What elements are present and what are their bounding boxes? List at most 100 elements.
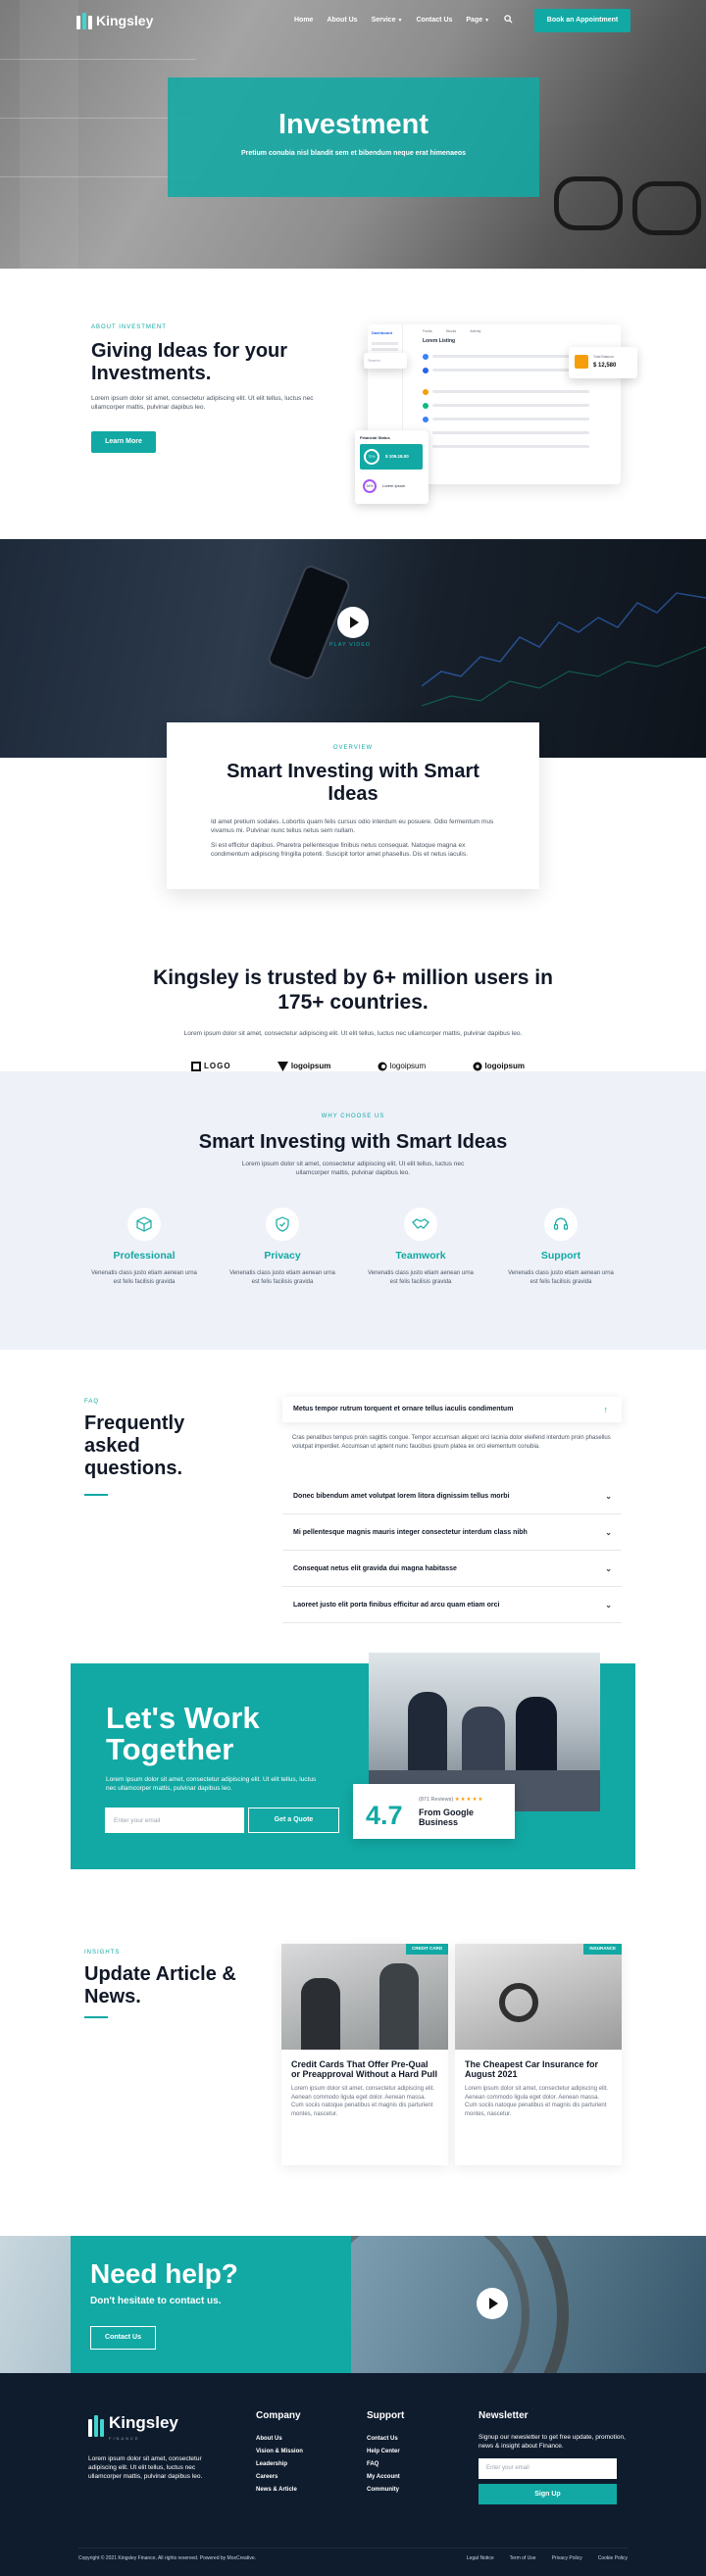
- faq-item[interactable]: Laoreet justo elit porta finibus efficit…: [282, 1588, 622, 1623]
- news-eyebrow: INSIGHTS: [84, 1950, 121, 1956]
- footer: Kingsley FINANCE Lorem ipsum dolor sit am…: [0, 2373, 706, 2576]
- play-button[interactable]: [477, 2288, 508, 2319]
- footer-link[interactable]: My Account: [367, 2471, 404, 2484]
- footer-legal-link[interactable]: Cookie Policy: [598, 2555, 628, 2562]
- trust-text: Lorem ipsum dolor sit amet, consectetur …: [183, 1030, 523, 1037]
- balance-card: Total Balance $ 12,580: [569, 347, 637, 378]
- why-eyebrow: WHY CHOOSE US: [321, 1114, 385, 1119]
- nav-item-page[interactable]: Page ▼: [466, 16, 489, 25]
- wallet-icon: [575, 355, 588, 369]
- article-tag: CREDIT CARD: [406, 1944, 448, 1955]
- staircase-image: [275, 2236, 706, 2373]
- footer-about: Lorem ipsum dolor sit amet, consectetur …: [88, 2455, 203, 2480]
- partner-logos: LOGO logoipsum logoipsum logoipsum: [191, 1061, 525, 1072]
- chevron-down-icon[interactable]: ⌄: [605, 1552, 612, 1587]
- nav-item-contact[interactable]: Contact Us: [416, 16, 452, 25]
- article-title[interactable]: Credit Cards That Offer Pre-Qual or Prea…: [291, 2059, 438, 2079]
- article-tag: INSURANCE: [583, 1944, 622, 1955]
- footer-newsletter: Newsletter Signup our newsletter to get …: [479, 2409, 626, 2504]
- help-title: Need help?: [90, 2258, 238, 2289]
- footer-support: Support Contact Us Help Center FAQ My Ac…: [367, 2409, 404, 2497]
- feature-professional: Professional Venenatis class justo etiam…: [90, 1208, 198, 1286]
- footer-link[interactable]: Vision & Mission: [256, 2446, 303, 2458]
- cta-text: Lorem ipsum dolor sit amet, consectetur …: [106, 1776, 317, 1792]
- newsletter-email-input[interactable]: Enter your email: [479, 2457, 617, 2479]
- cta-section: Let's Work Together Lorem ipsum dolor si…: [0, 1653, 706, 1910]
- faq-item[interactable]: Mi pellentesque magnis mauris integer co…: [282, 1515, 622, 1551]
- footer-link[interactable]: News & Article: [256, 2484, 303, 2497]
- get-quote-button[interactable]: Get a Quote: [248, 1808, 339, 1833]
- feature-teamwork: Teamwork Venenatis class justo etiam aen…: [367, 1208, 475, 1286]
- about-text: Lorem ipsum dolor sit amet, consectetur …: [91, 395, 314, 411]
- title-underline: [84, 1494, 108, 1496]
- faq-item[interactable]: Consequat netus elit gravida dui magna h…: [282, 1552, 622, 1587]
- handshake-icon: [404, 1208, 437, 1241]
- footer-link[interactable]: FAQ: [367, 2458, 404, 2471]
- arrow-up-icon[interactable]: ↑: [604, 1397, 609, 1422]
- article-excerpt: Lorem ipsum dolor sit amet, consectetur …: [291, 2086, 435, 2117]
- glasses-image: [554, 176, 623, 230]
- article-card[interactable]: CREDIT CARD Credit Cards That Offer Pre-…: [281, 1944, 448, 2165]
- footer-link[interactable]: Leadership: [256, 2458, 303, 2471]
- play-button[interactable]: [337, 607, 369, 638]
- footer-legal-link[interactable]: Legal Notice: [467, 2555, 494, 2562]
- footer-logo[interactable]: Kingsley FINANCE: [88, 2411, 178, 2441]
- search-mini-card: Search: [364, 353, 407, 369]
- footer-link[interactable]: Community: [367, 2484, 404, 2497]
- footer-link[interactable]: About Us: [256, 2433, 303, 2446]
- news-section: INSIGHTS Update Article & News. CREDIT C…: [0, 1910, 706, 2236]
- chevron-down-icon[interactable]: ⌄: [605, 1515, 612, 1551]
- faq-item-open[interactable]: Metus tempor rutrum torquent et ornare t…: [282, 1397, 622, 1422]
- footer-link[interactable]: Contact Us: [367, 2433, 404, 2446]
- chevron-down-icon: ▼: [397, 18, 403, 24]
- feature-privacy: Privacy Venenatis class justo etiam aene…: [228, 1208, 336, 1286]
- learn-more-button[interactable]: Learn More: [91, 431, 156, 453]
- faq-section: FAQ Frequently asked questions. Metus te…: [0, 1350, 706, 1663]
- nav-item-about[interactable]: About Us: [327, 16, 357, 25]
- review-count: (871 Reviews): [419, 1797, 454, 1803]
- faq-eyebrow: FAQ: [84, 1399, 100, 1405]
- play-video-label[interactable]: PLAY VIDEO: [329, 642, 371, 650]
- help-section: Need help? Don't hesitate to contact us.…: [0, 2236, 706, 2373]
- rating-source: From Google Business: [419, 1808, 474, 1827]
- article-image: CREDIT CARD: [281, 1944, 448, 2050]
- nav-item-service[interactable]: Service ▼: [372, 16, 403, 25]
- logo-text: Kingsley: [96, 13, 154, 28]
- email-input[interactable]: Enter your email: [105, 1808, 244, 1833]
- title-underline: [84, 2016, 108, 2018]
- chevron-down-icon[interactable]: ⌄: [605, 1479, 612, 1514]
- faq-item[interactable]: Donec bibendum amet volutpat lorem litor…: [282, 1479, 622, 1514]
- search-icon[interactable]: [504, 15, 513, 27]
- contact-us-button[interactable]: Contact Us: [90, 2326, 156, 2350]
- partner-logo-1: LOGO: [191, 1061, 231, 1072]
- shield-icon: [266, 1208, 299, 1241]
- footer-legal-link[interactable]: Term of Use: [510, 2555, 536, 2562]
- footer-company: Company About Us Vision & Mission Leader…: [256, 2409, 303, 2497]
- article-card[interactable]: INSURANCE The Cheapest Car Insurance for…: [455, 1944, 622, 2165]
- sign-up-button[interactable]: Sign Up: [479, 2483, 617, 2504]
- footer-divider: [78, 2548, 628, 2549]
- play-icon: [350, 617, 359, 628]
- hero-subtitle: Pretium conubia nisl blandit sem et bibe…: [240, 150, 467, 157]
- overview-eyebrow: OVERVIEW: [332, 745, 374, 751]
- trust-section: Kingsley is trusted by 6+ million users …: [0, 758, 706, 1071]
- footer-legal-link[interactable]: Privacy Policy: [552, 2555, 582, 2562]
- rating-value: 4.7: [366, 1801, 403, 1830]
- star-icons: ★★★★★: [454, 1797, 484, 1803]
- logo[interactable]: Kingsley: [76, 11, 153, 30]
- trust-title: Kingsley is trusted by 6+ million users …: [153, 966, 553, 1014]
- footer-bottom: Copyright © 2021 Kingsley Finance, All r…: [78, 2555, 628, 2562]
- nav-menu: Home About Us Service ▼ Contact Us Page ▼: [294, 16, 489, 25]
- book-appointment-button[interactable]: Book an Appointment: [534, 9, 630, 32]
- logo-icon: [76, 12, 92, 29]
- why-title: Smart Investing with Smart Ideas: [198, 1131, 508, 1153]
- article-image: INSURANCE: [455, 1944, 622, 2050]
- footer-link[interactable]: Careers: [256, 2471, 303, 2484]
- nav-item-home[interactable]: Home: [294, 16, 313, 25]
- footer-link[interactable]: Help Center: [367, 2446, 404, 2458]
- dashboard-tabs: Funds Stocks Activity: [423, 329, 481, 333]
- article-title[interactable]: The Cheapest Car Insurance for August 20…: [465, 2059, 612, 2079]
- chevron-down-icon[interactable]: ⌄: [605, 1588, 612, 1623]
- partner-logo-3: logoipsum: [378, 1061, 426, 1072]
- hero-banner: Investment Pretium conubia nisl blandit …: [168, 77, 539, 197]
